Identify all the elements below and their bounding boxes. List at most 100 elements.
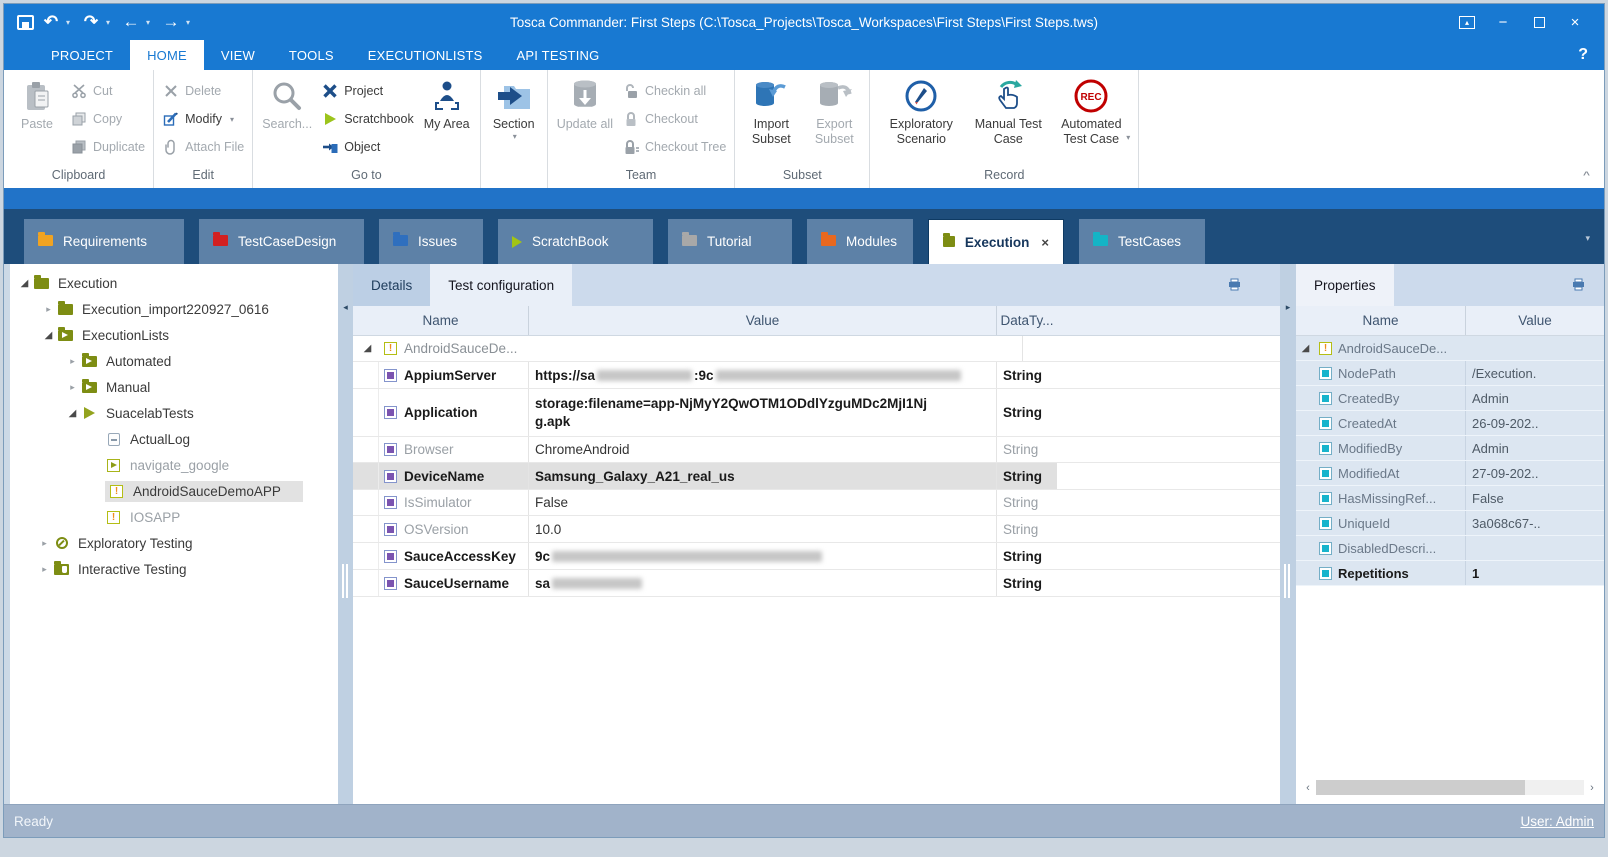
menu-view[interactable]: VIEW xyxy=(204,40,272,70)
back-dropdown-caret[interactable]: ▾ xyxy=(146,18,156,27)
prop-row-nodepath[interactable]: NodePath /Execution. xyxy=(1296,361,1604,386)
tab-properties[interactable]: Properties xyxy=(1296,264,1394,306)
table-row-devicename[interactable]: DeviceName Samsung_Galaxy_A21_real_us St… xyxy=(353,463,1280,490)
properties-hscrollbar[interactable]: ‹ › xyxy=(1300,779,1600,796)
prop-row-modifiedby[interactable]: ModifiedBy Admin xyxy=(1296,436,1604,461)
expanded-icon[interactable]: ◢ xyxy=(40,330,57,341)
prop-column-value[interactable]: Value xyxy=(1466,306,1604,335)
delete-button[interactable]: Delete xyxy=(162,79,244,104)
menu-executionlists[interactable]: EXECUTIONLISTS xyxy=(351,40,500,70)
workspace-tab-scratchbook[interactable]: ScratchBook xyxy=(498,219,653,264)
tree-item-automated[interactable]: ▸ Automated xyxy=(10,348,338,374)
goto-object-button[interactable]: Object xyxy=(321,135,413,160)
automated-test-case-button[interactable]: REC Automated Test Case ▾ xyxy=(1048,74,1134,164)
collapsed-icon[interactable]: ▸ xyxy=(36,538,53,549)
prop-row-uniqueid[interactable]: UniqueId 3a068c67-.. xyxy=(1296,511,1604,536)
table-row-appiumserver[interactable]: AppiumServer https://sa:9c String xyxy=(353,362,1280,389)
import-subset-button[interactable]: Import Subset xyxy=(739,74,803,164)
exploratory-scenario-button[interactable]: Exploratory Scenario xyxy=(874,74,968,164)
back-button[interactable]: ← xyxy=(120,10,142,34)
ribbon-display-options-button[interactable]: ▴ xyxy=(1452,10,1482,34)
prop-row-createdat[interactable]: CreatedAt 26-09-202.. xyxy=(1296,411,1604,436)
export-subset-button[interactable]: Export Subset xyxy=(803,74,865,164)
pin-icon[interactable] xyxy=(1227,278,1242,291)
prop-row-disableddescription[interactable]: DisabledDescri... xyxy=(1296,536,1604,561)
section-button[interactable]: Section ▾ xyxy=(485,74,543,164)
expanded-icon[interactable]: ◢ xyxy=(64,408,81,419)
tree-item-execution[interactable]: ◢ Execution xyxy=(10,270,338,296)
pin-icon[interactable] xyxy=(1571,278,1586,291)
update-all-button[interactable]: Update all xyxy=(552,74,618,164)
tree-item-navigate-google[interactable]: navigate_google xyxy=(10,452,338,478)
checkout-button[interactable]: Checkout xyxy=(622,107,726,132)
collapsed-icon[interactable]: ▸ xyxy=(40,304,57,315)
tabbar-overflow-caret[interactable]: ▾ xyxy=(1585,233,1590,244)
duplicate-button[interactable]: Duplicate xyxy=(70,135,145,160)
column-header-datatype[interactable]: DataTy... xyxy=(997,306,1057,335)
column-header-name[interactable]: Name xyxy=(353,306,529,335)
table-row-browser[interactable]: Browser ChromeAndroid String xyxy=(353,437,1280,463)
table-row-osversion[interactable]: OSVersion 10.0 String xyxy=(353,516,1280,543)
tree-item-suacelabtests[interactable]: ◢ SuacelabTests xyxy=(10,400,338,426)
automated-dropdown-caret[interactable]: ▾ xyxy=(1126,133,1130,142)
user-link[interactable]: User: Admin xyxy=(1520,814,1594,829)
prop-row-modifiedat[interactable]: ModifiedAt 27-09-202.. xyxy=(1296,461,1604,486)
prop-row-createdby[interactable]: CreatedBy Admin xyxy=(1296,386,1604,411)
forward-dropdown-caret[interactable]: ▾ xyxy=(186,18,196,27)
minimize-button[interactable]: − xyxy=(1488,10,1518,34)
cut-button[interactable]: Cut xyxy=(70,79,145,104)
manual-test-case-button[interactable]: Manual Test Case xyxy=(968,74,1048,164)
table-row-sauceaccesskey[interactable]: SauceAccessKey 9c String xyxy=(353,543,1280,570)
tree-item-iosapp[interactable]: IOSAPP xyxy=(10,504,338,530)
workspace-tab-issues[interactable]: Issues xyxy=(379,219,483,264)
restore-button[interactable] xyxy=(1524,10,1554,34)
collapsed-icon[interactable]: ▸ xyxy=(64,356,81,367)
expanded-icon[interactable]: ◢ xyxy=(1297,343,1314,354)
tree-item-actuallog[interactable]: ActualLog xyxy=(10,426,338,452)
forward-button[interactable]: → xyxy=(160,10,182,34)
table-row-issimulator[interactable]: IsSimulator False String xyxy=(353,490,1280,516)
tree-item-interactive-testing[interactable]: ▸ Interactive Testing xyxy=(10,556,338,582)
attach-file-button[interactable]: Attach File xyxy=(162,135,244,160)
prop-row-hasmissingref[interactable]: HasMissingRef... False xyxy=(1296,486,1604,511)
scrollbar-thumb[interactable] xyxy=(1316,780,1525,795)
undo-button[interactable]: ↶ xyxy=(40,10,62,34)
workspace-tab-requirements[interactable]: Requirements xyxy=(24,219,184,264)
collapsed-icon[interactable]: ▸ xyxy=(64,382,81,393)
scroll-right-arrow-icon[interactable]: › xyxy=(1584,782,1600,794)
my-area-button[interactable]: My Area xyxy=(418,74,476,164)
column-header-value[interactable]: Value xyxy=(529,306,997,335)
scroll-left-arrow-icon[interactable]: ‹ xyxy=(1300,782,1316,794)
table-row-sauceusername[interactable]: SauceUsername sa String xyxy=(353,570,1280,597)
menu-api-testing[interactable]: API TESTING xyxy=(500,40,617,70)
expanded-icon[interactable]: ◢ xyxy=(16,278,33,289)
save-button[interactable] xyxy=(14,10,36,34)
prop-row-root[interactable]: ◢ AndroidSauceDe... xyxy=(1296,336,1604,361)
section-dropdown-caret[interactable]: ▾ xyxy=(513,132,517,141)
workspace-tab-modules[interactable]: Modules xyxy=(807,219,913,264)
menu-tools[interactable]: TOOLS xyxy=(272,40,351,70)
prop-column-name[interactable]: Name xyxy=(1296,306,1466,335)
menu-project[interactable]: PROJECT xyxy=(34,40,130,70)
tree-item-executionlists[interactable]: ◢ ExecutionLists xyxy=(10,322,338,348)
tree-item-manual[interactable]: ▸ Manual xyxy=(10,374,338,400)
tree-item-execution-import[interactable]: ▸ Execution_import220927_0616 xyxy=(10,296,338,322)
prop-row-repetitions[interactable]: Repetitions 1 xyxy=(1296,561,1604,586)
search-button[interactable]: Search... xyxy=(257,74,317,164)
collapse-ribbon-button[interactable]: ^ xyxy=(1583,169,1590,180)
menu-home[interactable]: HOME xyxy=(130,40,204,70)
paste-button[interactable]: Paste xyxy=(8,74,66,164)
left-splitter[interactable]: ◂ xyxy=(338,264,353,804)
scrollbar-track[interactable] xyxy=(1316,780,1584,795)
redo-dropdown-caret[interactable]: ▾ xyxy=(106,18,116,27)
workspace-tab-testcasedesign[interactable]: TestCaseDesign xyxy=(199,219,364,264)
workspace-tab-execution[interactable]: Execution × xyxy=(928,219,1064,264)
collapsed-icon[interactable]: ▸ xyxy=(36,564,53,575)
table-row-root[interactable]: ◢ AndroidSauceDe... xyxy=(353,336,1280,362)
collapse-left-arrow-icon[interactable]: ◂ xyxy=(338,302,353,313)
checkout-tree-button[interactable]: Checkout Tree xyxy=(622,135,726,160)
workspace-tab-testcases[interactable]: TestCases xyxy=(1079,219,1205,264)
close-tab-icon[interactable]: × xyxy=(1041,235,1049,250)
collapse-right-arrow-icon[interactable]: ▸ xyxy=(1280,302,1296,313)
workspace-tab-tutorial[interactable]: Tutorial xyxy=(668,219,792,264)
